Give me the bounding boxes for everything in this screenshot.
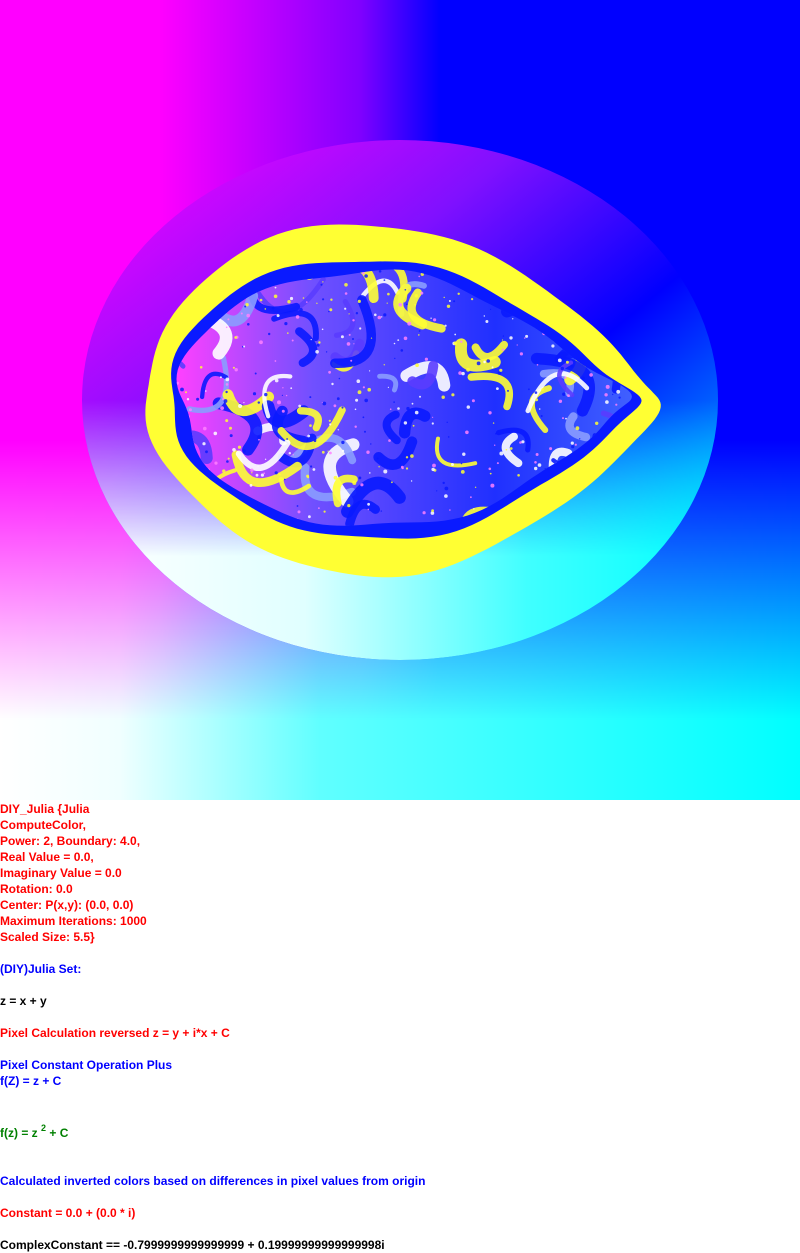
param-line: Rotation: 0.0 — [0, 882, 73, 896]
formula-suffix: + C — [46, 1126, 69, 1140]
z-definition: z = x + y — [0, 994, 47, 1008]
formula-prefix: f(z) = z — [0, 1126, 41, 1140]
param-line: ComputeColor, — [0, 818, 86, 832]
param-line: Center: P(x,y): (0.0, 0.0) — [0, 898, 134, 912]
pixel-constant-operation: Pixel Constant Operation Plus — [0, 1058, 173, 1072]
parameters-panel: DIY_Julia {Julia ComputeColor, Power: 2,… — [0, 801, 800, 1253]
param-line: Imaginary Value = 0.0 — [0, 866, 122, 880]
julia-fractal-render — [0, 0, 800, 800]
constant: Constant = 0.0 + (0.0 * i) — [0, 1206, 136, 1220]
complex-constant: ComplexConstant == -0.7999999999999999 +… — [0, 1238, 385, 1252]
param-line: Real Value = 0.0, — [0, 850, 94, 864]
formula-power: 2 — [41, 1123, 47, 1133]
param-line: Power: 2, Boundary: 4.0, — [0, 834, 141, 848]
colors-note: Calculated inverted colors based on diff… — [0, 1174, 426, 1188]
param-line: DIY_Julia {Julia — [0, 802, 90, 816]
fz-definition: f(Z) = z + C — [0, 1074, 62, 1088]
formula: f(z) = z 2 + C — [0, 1123, 800, 1141]
param-line: Maximum Iterations: 1000 — [0, 914, 147, 928]
param-line: Scaled Size: 5.5} — [0, 930, 95, 944]
fractal-image — [0, 0, 800, 800]
pixel-calculation: Pixel Calculation reversed z = y + i*x +… — [0, 1026, 230, 1040]
set-title: (DIY)Julia Set: — [0, 962, 82, 976]
